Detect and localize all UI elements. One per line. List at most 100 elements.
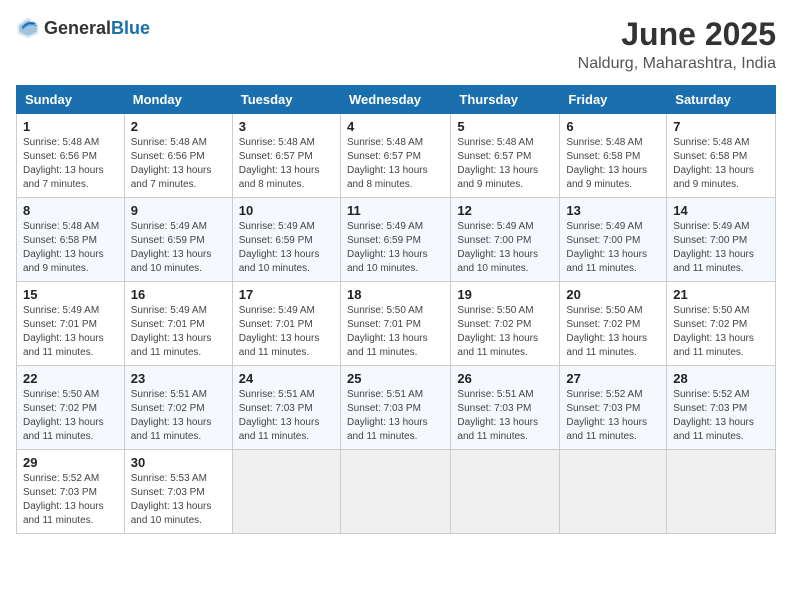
day-info: Sunrise: 5:48 AMSunset: 6:56 PMDaylight:… [23, 137, 104, 190]
day-info: Sunrise: 5:50 AMSunset: 7:02 PMDaylight:… [457, 305, 538, 358]
day-number: 23 [131, 371, 226, 386]
table-row: 22 Sunrise: 5:50 AMSunset: 7:02 PMDaylig… [17, 366, 776, 450]
day-number: 18 [347, 287, 444, 302]
table-cell: 25 Sunrise: 5:51 AMSunset: 7:03 PMDaylig… [340, 366, 450, 450]
day-info: Sunrise: 5:48 AMSunset: 6:58 PMDaylight:… [23, 221, 104, 274]
day-number: 11 [347, 203, 444, 218]
day-number: 8 [23, 203, 118, 218]
table-cell: 23 Sunrise: 5:51 AMSunset: 7:02 PMDaylig… [124, 366, 232, 450]
empty-cell [232, 450, 340, 534]
logo: GeneralBlue [16, 16, 150, 40]
day-info: Sunrise: 5:51 AMSunset: 7:02 PMDaylight:… [131, 389, 212, 442]
table-cell: 22 Sunrise: 5:50 AMSunset: 7:02 PMDaylig… [17, 366, 125, 450]
day-number: 25 [347, 371, 444, 386]
table-cell: 2 Sunrise: 5:48 AMSunset: 6:56 PMDayligh… [124, 114, 232, 198]
day-info: Sunrise: 5:53 AMSunset: 7:03 PMDaylight:… [131, 473, 212, 526]
table-cell: 29 Sunrise: 5:52 AMSunset: 7:03 PMDaylig… [17, 450, 125, 534]
table-cell: 15 Sunrise: 5:49 AMSunset: 7:01 PMDaylig… [17, 282, 125, 366]
logo-blue: Blue [111, 18, 150, 38]
day-info: Sunrise: 5:48 AMSunset: 6:57 PMDaylight:… [239, 137, 320, 190]
day-info: Sunrise: 5:50 AMSunset: 7:02 PMDaylight:… [566, 305, 647, 358]
day-number: 26 [457, 371, 553, 386]
table-row: 29 Sunrise: 5:52 AMSunset: 7:03 PMDaylig… [17, 450, 776, 534]
table-cell: 12 Sunrise: 5:49 AMSunset: 7:00 PMDaylig… [451, 198, 560, 282]
day-number: 13 [566, 203, 660, 218]
day-number: 28 [673, 371, 769, 386]
col-monday: Monday [124, 86, 232, 114]
table-cell: 16 Sunrise: 5:49 AMSunset: 7:01 PMDaylig… [124, 282, 232, 366]
table-cell: 10 Sunrise: 5:49 AMSunset: 6:59 PMDaylig… [232, 198, 340, 282]
day-info: Sunrise: 5:49 AMSunset: 7:00 PMDaylight:… [457, 221, 538, 274]
table-cell: 3 Sunrise: 5:48 AMSunset: 6:57 PMDayligh… [232, 114, 340, 198]
day-info: Sunrise: 5:49 AMSunset: 6:59 PMDaylight:… [347, 221, 428, 274]
day-info: Sunrise: 5:51 AMSunset: 7:03 PMDaylight:… [347, 389, 428, 442]
calendar-table: Sunday Monday Tuesday Wednesday Thursday… [16, 85, 776, 534]
table-cell: 20 Sunrise: 5:50 AMSunset: 7:02 PMDaylig… [560, 282, 667, 366]
day-number: 24 [239, 371, 334, 386]
day-number: 15 [23, 287, 118, 302]
table-cell: 6 Sunrise: 5:48 AMSunset: 6:58 PMDayligh… [560, 114, 667, 198]
table-cell: 1 Sunrise: 5:48 AMSunset: 6:56 PMDayligh… [17, 114, 125, 198]
table-cell: 26 Sunrise: 5:51 AMSunset: 7:03 PMDaylig… [451, 366, 560, 450]
logo-text: GeneralBlue [44, 18, 150, 39]
day-info: Sunrise: 5:48 AMSunset: 6:56 PMDaylight:… [131, 137, 212, 190]
table-cell: 9 Sunrise: 5:49 AMSunset: 6:59 PMDayligh… [124, 198, 232, 282]
table-cell: 13 Sunrise: 5:49 AMSunset: 7:00 PMDaylig… [560, 198, 667, 282]
day-number: 1 [23, 119, 118, 134]
table-cell: 4 Sunrise: 5:48 AMSunset: 6:57 PMDayligh… [340, 114, 450, 198]
month-title: June 2025 [578, 16, 776, 53]
day-info: Sunrise: 5:49 AMSunset: 7:01 PMDaylight:… [239, 305, 320, 358]
day-info: Sunrise: 5:49 AMSunset: 7:01 PMDaylight:… [23, 305, 104, 358]
day-number: 19 [457, 287, 553, 302]
title-block: June 2025 Naldurg, Maharashtra, India [578, 16, 776, 73]
col-thursday: Thursday [451, 86, 560, 114]
day-number: 9 [131, 203, 226, 218]
day-number: 7 [673, 119, 769, 134]
day-number: 22 [23, 371, 118, 386]
table-cell: 18 Sunrise: 5:50 AMSunset: 7:01 PMDaylig… [340, 282, 450, 366]
calendar-header-row: Sunday Monday Tuesday Wednesday Thursday… [17, 86, 776, 114]
empty-cell [667, 450, 776, 534]
day-number: 17 [239, 287, 334, 302]
day-info: Sunrise: 5:48 AMSunset: 6:57 PMDaylight:… [457, 137, 538, 190]
day-info: Sunrise: 5:50 AMSunset: 7:02 PMDaylight:… [23, 389, 104, 442]
day-info: Sunrise: 5:50 AMSunset: 7:02 PMDaylight:… [673, 305, 754, 358]
logo-general: General [44, 18, 111, 38]
day-number: 6 [566, 119, 660, 134]
day-number: 5 [457, 119, 553, 134]
day-number: 21 [673, 287, 769, 302]
day-info: Sunrise: 5:48 AMSunset: 6:58 PMDaylight:… [566, 137, 647, 190]
col-friday: Friday [560, 86, 667, 114]
location-title: Naldurg, Maharashtra, India [578, 55, 776, 73]
table-cell: 5 Sunrise: 5:48 AMSunset: 6:57 PMDayligh… [451, 114, 560, 198]
day-info: Sunrise: 5:49 AMSunset: 7:01 PMDaylight:… [131, 305, 212, 358]
table-cell: 7 Sunrise: 5:48 AMSunset: 6:58 PMDayligh… [667, 114, 776, 198]
col-tuesday: Tuesday [232, 86, 340, 114]
day-number: 3 [239, 119, 334, 134]
table-cell: 24 Sunrise: 5:51 AMSunset: 7:03 PMDaylig… [232, 366, 340, 450]
day-info: Sunrise: 5:48 AMSunset: 6:57 PMDaylight:… [347, 137, 428, 190]
day-number: 10 [239, 203, 334, 218]
day-info: Sunrise: 5:51 AMSunset: 7:03 PMDaylight:… [457, 389, 538, 442]
table-row: 15 Sunrise: 5:49 AMSunset: 7:01 PMDaylig… [17, 282, 776, 366]
day-info: Sunrise: 5:52 AMSunset: 7:03 PMDaylight:… [566, 389, 647, 442]
table-cell: 19 Sunrise: 5:50 AMSunset: 7:02 PMDaylig… [451, 282, 560, 366]
day-info: Sunrise: 5:48 AMSunset: 6:58 PMDaylight:… [673, 137, 754, 190]
table-cell: 28 Sunrise: 5:52 AMSunset: 7:03 PMDaylig… [667, 366, 776, 450]
day-info: Sunrise: 5:52 AMSunset: 7:03 PMDaylight:… [673, 389, 754, 442]
day-info: Sunrise: 5:49 AMSunset: 7:00 PMDaylight:… [673, 221, 754, 274]
day-number: 20 [566, 287, 660, 302]
col-saturday: Saturday [667, 86, 776, 114]
empty-cell [451, 450, 560, 534]
day-number: 2 [131, 119, 226, 134]
day-info: Sunrise: 5:51 AMSunset: 7:03 PMDaylight:… [239, 389, 320, 442]
day-info: Sunrise: 5:52 AMSunset: 7:03 PMDaylight:… [23, 473, 104, 526]
table-cell: 17 Sunrise: 5:49 AMSunset: 7:01 PMDaylig… [232, 282, 340, 366]
col-sunday: Sunday [17, 86, 125, 114]
table-cell: 21 Sunrise: 5:50 AMSunset: 7:02 PMDaylig… [667, 282, 776, 366]
day-number: 12 [457, 203, 553, 218]
day-info: Sunrise: 5:49 AMSunset: 7:00 PMDaylight:… [566, 221, 647, 274]
table-cell: 11 Sunrise: 5:49 AMSunset: 6:59 PMDaylig… [340, 198, 450, 282]
day-number: 29 [23, 455, 118, 470]
table-cell: 14 Sunrise: 5:49 AMSunset: 7:00 PMDaylig… [667, 198, 776, 282]
